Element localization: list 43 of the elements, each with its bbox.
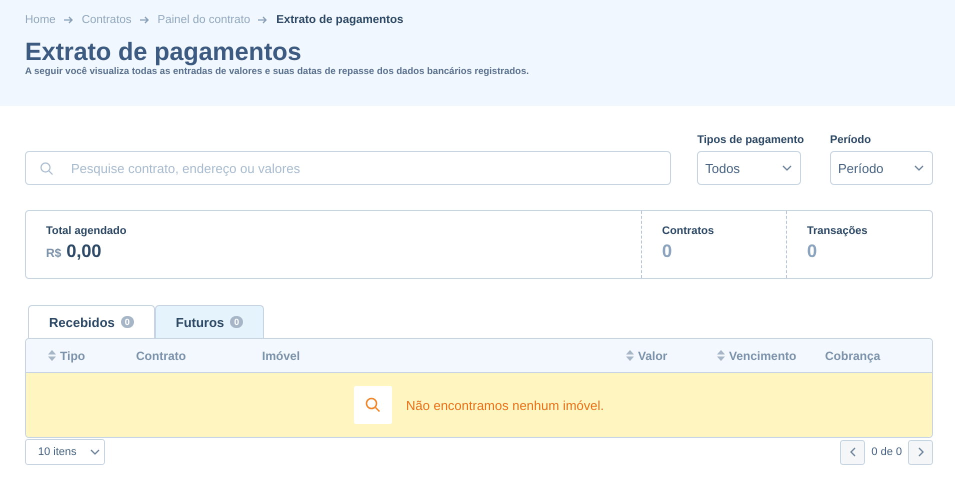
breadcrumb-link[interactable]: Extrato de pagamentos	[276, 14, 404, 26]
currency-label: R$	[46, 246, 62, 260]
column-header: Vencimento	[729, 348, 796, 362]
arrow-icon	[140, 16, 150, 24]
column-header: Imóvel	[262, 348, 300, 362]
stat-label: Transações	[807, 225, 869, 237]
search-field[interactable]: Pesquise contrato, endereço ou valores	[25, 151, 672, 185]
filter-label: Tipos de pagamento	[697, 134, 804, 146]
stat-label: Total agendado	[46, 225, 128, 237]
tab[interactable]: Futuros 0	[154, 305, 264, 338]
previous-page-button[interactable]	[840, 440, 866, 464]
page-size-select[interactable]: 10 itens	[25, 439, 105, 465]
chevron-down-icon	[782, 163, 792, 173]
count-badge: 0	[120, 316, 134, 328]
column-header: Valor	[638, 348, 668, 362]
search-icon	[40, 162, 53, 175]
arrow-icon	[258, 16, 268, 24]
sort-icon[interactable]	[626, 350, 634, 361]
next-page-button[interactable]	[908, 440, 933, 464]
stat-label: Contratos	[662, 225, 715, 237]
column-header: Cobrança	[825, 348, 880, 362]
search-icon	[365, 397, 381, 413]
sort-icon[interactable]	[48, 350, 56, 361]
filter-select[interactable]: Todos	[697, 151, 802, 185]
chevron-down-icon	[90, 447, 100, 457]
arrow-icon	[64, 16, 74, 24]
chevron-left-icon	[848, 447, 858, 457]
page-range: 0 de 0	[871, 446, 902, 458]
filter-label: Período	[830, 134, 872, 146]
page-subtitle: A seguir você visualiza todas as entradas de valores e suas datas de repasse dos dados bancários registrados.	[25, 66, 530, 77]
filter-select[interactable]: Período	[830, 151, 933, 185]
chevron-right-icon	[916, 447, 926, 457]
count-badge: 0	[230, 316, 244, 328]
sort-icon[interactable]	[717, 350, 725, 361]
tab[interactable]: Recebidos 0	[28, 305, 155, 338]
column-header: Tipo	[60, 348, 86, 362]
empty-message: Não encontramos nenhum imóvel.	[406, 398, 604, 412]
stat-value: 0	[662, 241, 674, 262]
total-amount: 0,00	[66, 241, 102, 262]
chevron-down-icon	[914, 163, 924, 173]
stat-value: 0	[807, 241, 818, 262]
page-title: Extrato de pagamentos	[25, 38, 302, 66]
column-header: Contrato	[136, 348, 186, 362]
